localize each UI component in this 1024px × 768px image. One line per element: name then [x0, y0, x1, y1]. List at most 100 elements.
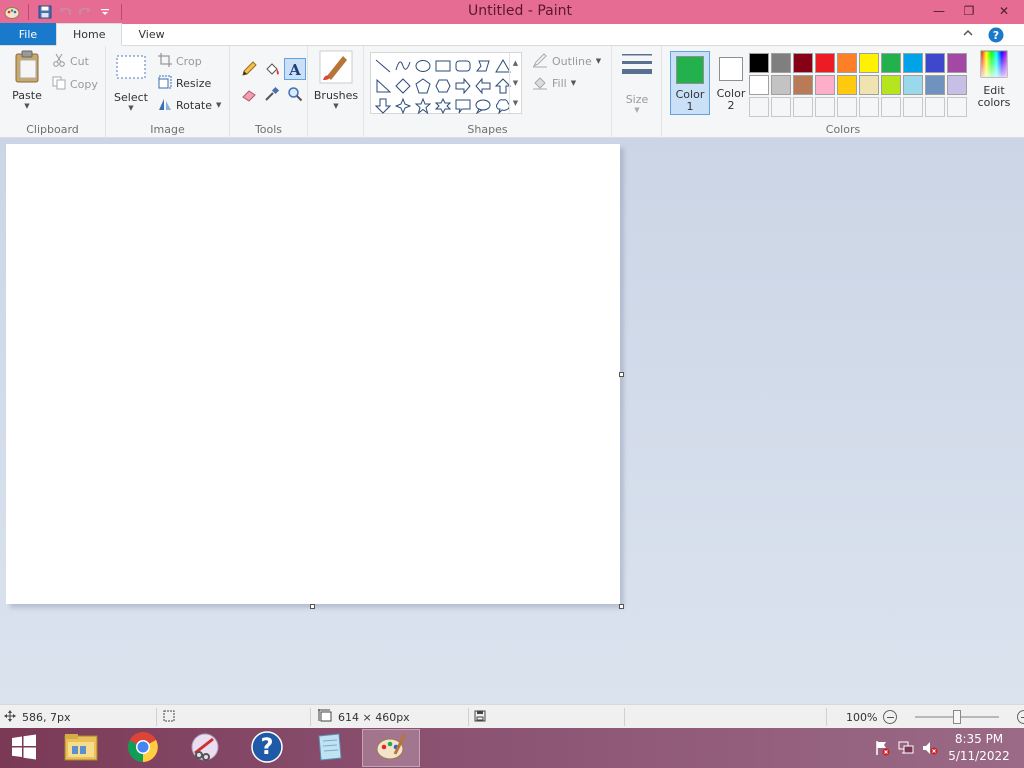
- magnifier-icon[interactable]: [284, 83, 306, 105]
- palette-color[interactable]: [859, 75, 879, 95]
- palette-color[interactable]: [925, 53, 945, 73]
- start-button[interactable]: [0, 729, 48, 767]
- palette-custom-slot[interactable]: [837, 97, 857, 117]
- six-point-star-shape-icon[interactable]: [433, 96, 453, 116]
- cut-button[interactable]: Cut: [52, 51, 89, 71]
- color-picker-icon[interactable]: [261, 83, 283, 105]
- outline-button[interactable]: Outline ▼: [532, 51, 601, 71]
- palette-custom-slot[interactable]: [947, 97, 967, 117]
- rounded-rectangle-shape-icon[interactable]: [453, 56, 473, 76]
- palette-color[interactable]: [793, 75, 813, 95]
- palette-custom-slot[interactable]: [903, 97, 923, 117]
- save-icon[interactable]: [35, 2, 55, 22]
- brushes-button[interactable]: Brushes ▼: [314, 50, 358, 110]
- taskbar-chrome[interactable]: [114, 729, 172, 767]
- pencil-icon[interactable]: [238, 58, 260, 80]
- palette-color[interactable]: [793, 53, 813, 73]
- taskbar-help[interactable]: ?: [238, 729, 296, 767]
- line-shape-icon[interactable]: [373, 56, 393, 76]
- palette-custom-slot[interactable]: [793, 97, 813, 117]
- taskbar-snipping-tool[interactable]: [176, 729, 234, 767]
- close-button[interactable]: ✕: [984, 0, 1024, 22]
- help-icon[interactable]: ?: [988, 27, 1004, 43]
- palette-custom-slot[interactable]: [859, 97, 879, 117]
- palette-color[interactable]: [947, 75, 967, 95]
- palette-color[interactable]: [903, 75, 923, 95]
- palette-color[interactable]: [815, 75, 835, 95]
- volume-muted-icon[interactable]: [918, 740, 942, 756]
- palette-custom-slot[interactable]: [925, 97, 945, 117]
- taskbar-paint[interactable]: [362, 729, 420, 767]
- color2-button[interactable]: Color 2: [711, 51, 751, 115]
- five-point-star-shape-icon[interactable]: [413, 96, 433, 116]
- zoom-in-button[interactable]: +: [1017, 710, 1024, 724]
- undo-icon[interactable]: [55, 2, 75, 22]
- network-icon[interactable]: [894, 740, 918, 756]
- zoom-out-button[interactable]: −: [883, 710, 898, 724]
- minimize-button[interactable]: —: [924, 0, 954, 22]
- palette-color[interactable]: [881, 75, 901, 95]
- left-arrow-shape-icon[interactable]: [473, 76, 493, 96]
- paste-button[interactable]: Paste ▼: [8, 50, 46, 110]
- color1-button[interactable]: Color 1: [670, 51, 710, 115]
- palette-color[interactable]: [749, 53, 769, 73]
- palette-color[interactable]: [925, 75, 945, 95]
- text-icon[interactable]: A: [284, 58, 306, 80]
- palette-color[interactable]: [771, 53, 791, 73]
- palette-color[interactable]: [859, 53, 879, 73]
- resize-button[interactable]: Resize: [158, 73, 211, 93]
- show-desktop-button[interactable]: [1016, 728, 1024, 768]
- redo-icon[interactable]: [75, 2, 95, 22]
- hexagon-shape-icon[interactable]: [433, 76, 453, 96]
- taskbar-file-explorer[interactable]: [52, 729, 110, 767]
- right-arrow-shape-icon[interactable]: [453, 76, 473, 96]
- minimize-ribbon-icon[interactable]: [962, 27, 978, 43]
- palette-custom-slot[interactable]: [815, 97, 835, 117]
- resize-handle-right[interactable]: [619, 372, 624, 377]
- paint-app-icon[interactable]: [2, 2, 22, 22]
- select-button[interactable]: Select ▼: [114, 50, 148, 112]
- shapes-scroll-down-icon[interactable]: ▼: [513, 79, 518, 87]
- taskbar-clock[interactable]: 8:35 PM 5/11/2022: [942, 731, 1016, 765]
- palette-color[interactable]: [881, 53, 901, 73]
- copy-button[interactable]: Copy: [52, 74, 98, 94]
- rectangle-shape-icon[interactable]: [433, 56, 453, 76]
- edit-colors-button[interactable]: Edit colors: [974, 50, 1014, 109]
- shapes-expand-icon[interactable]: ▼: [513, 99, 518, 107]
- palette-color[interactable]: [749, 75, 769, 95]
- fill-icon[interactable]: [261, 58, 283, 80]
- palette-custom-slot[interactable]: [881, 97, 901, 117]
- palette-custom-slot[interactable]: [749, 97, 769, 117]
- drawing-canvas[interactable]: [6, 144, 620, 604]
- palette-color[interactable]: [837, 75, 857, 95]
- down-arrow-shape-icon[interactable]: [373, 96, 393, 116]
- fill-button[interactable]: Fill ▼: [532, 73, 576, 93]
- palette-custom-slot[interactable]: [771, 97, 791, 117]
- restore-button[interactable]: ❐: [954, 0, 984, 22]
- polygon-shape-icon[interactable]: [473, 56, 493, 76]
- rotate-button[interactable]: Rotate ▼: [158, 95, 221, 115]
- customize-qat-icon[interactable]: [95, 2, 115, 22]
- tab-view[interactable]: View: [122, 23, 180, 45]
- action-center-flag-icon[interactable]: [870, 740, 894, 756]
- oval-callout-shape-icon[interactable]: [473, 96, 493, 116]
- crop-button[interactable]: Crop: [158, 51, 202, 71]
- shapes-scroll-up-icon[interactable]: ▲: [513, 59, 518, 67]
- palette-color[interactable]: [837, 53, 857, 73]
- oval-shape-icon[interactable]: [413, 56, 433, 76]
- zoom-slider-thumb[interactable]: [953, 710, 962, 724]
- palette-color[interactable]: [771, 75, 791, 95]
- right-triangle-shape-icon[interactable]: [373, 76, 393, 96]
- rectangular-callout-shape-icon[interactable]: [453, 96, 473, 116]
- palette-color[interactable]: [903, 53, 923, 73]
- resize-handle-corner[interactable]: [619, 604, 624, 609]
- tab-home[interactable]: Home: [56, 23, 123, 46]
- palette-color[interactable]: [947, 53, 967, 73]
- four-point-star-shape-icon[interactable]: [393, 96, 413, 116]
- zoom-slider[interactable]: [915, 710, 1000, 724]
- taskbar-notepad[interactable]: [300, 729, 358, 767]
- curve-shape-icon[interactable]: [393, 56, 413, 76]
- resize-handle-bottom[interactable]: [310, 604, 315, 609]
- diamond-shape-icon[interactable]: [393, 76, 413, 96]
- size-button[interactable]: Size ▼: [618, 50, 656, 114]
